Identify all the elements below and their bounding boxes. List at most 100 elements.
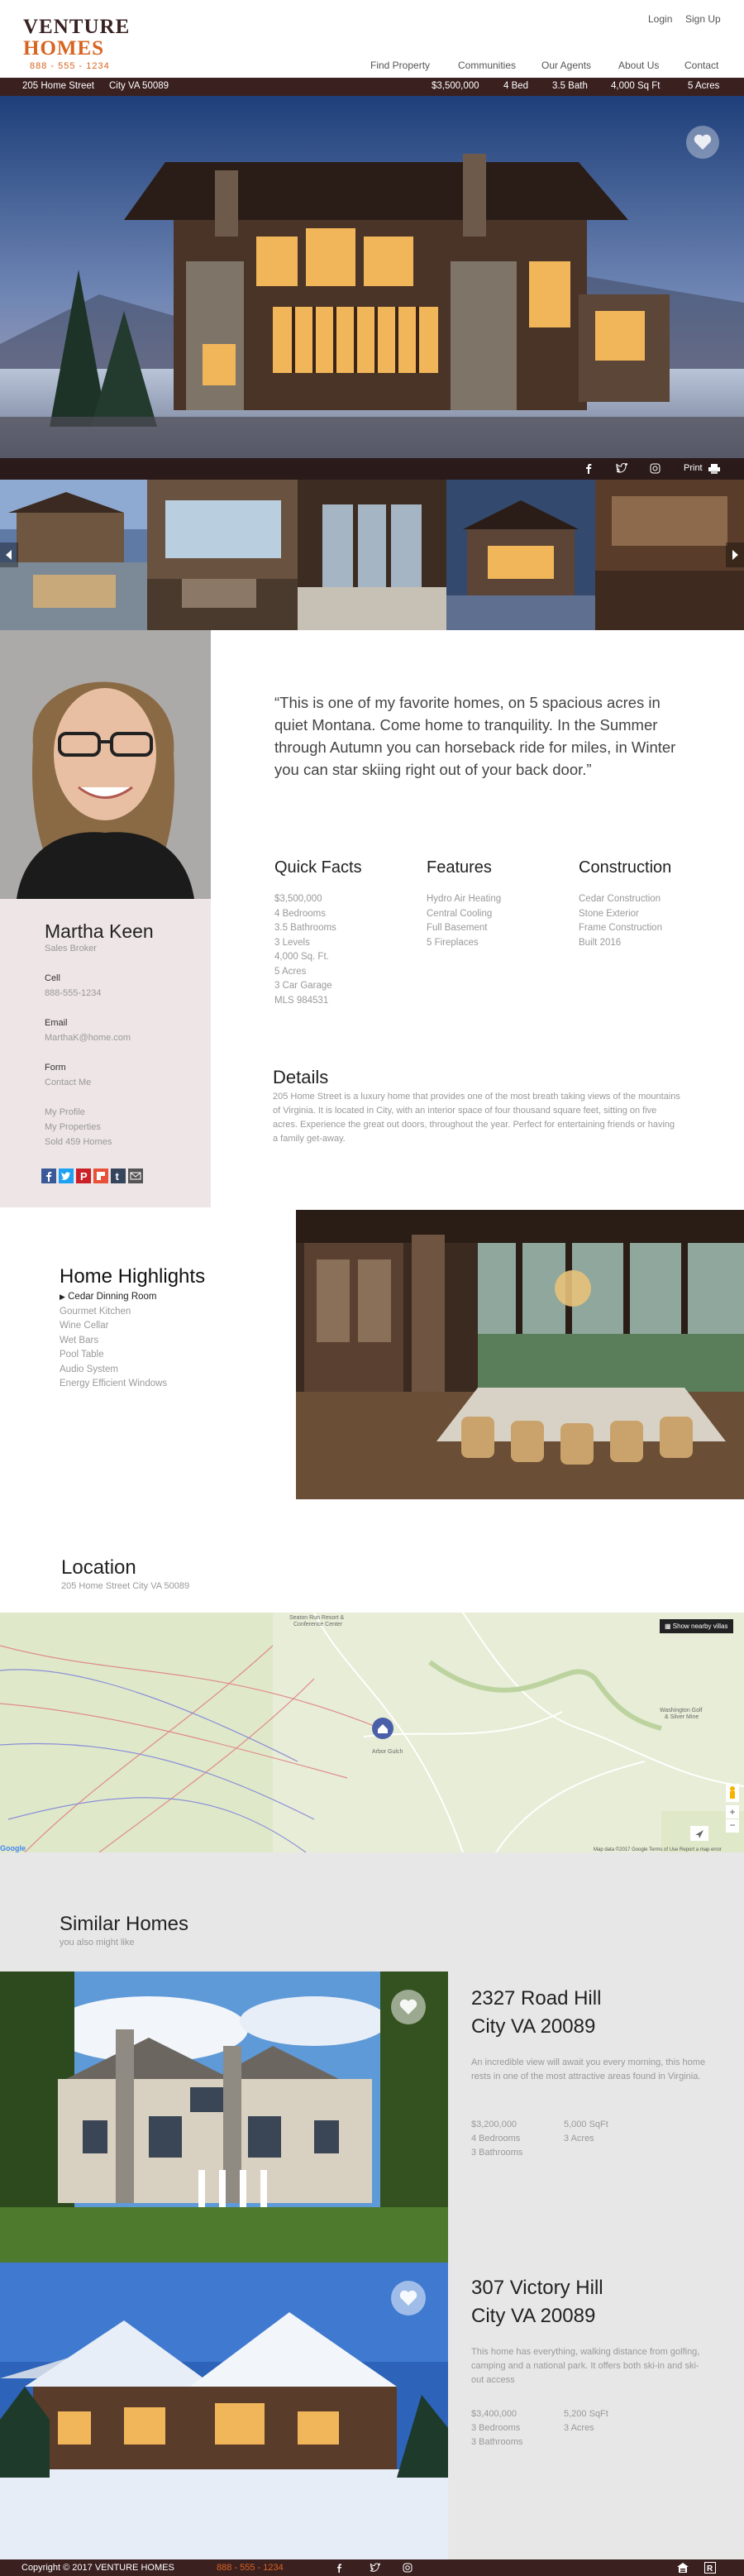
footer-phone: 888 - 555 - 1234 xyxy=(217,2563,284,2573)
list-item: 5 Acres xyxy=(274,966,307,977)
nav-contact[interactable]: Contact xyxy=(684,60,718,71)
svg-text:R: R xyxy=(707,2564,713,2574)
nav-communities[interactable]: Communities xyxy=(458,60,516,71)
flipboard-icon[interactable] xyxy=(93,1169,108,1183)
nav-about-us[interactable]: About Us xyxy=(618,60,659,71)
svg-text:Conference Center: Conference Center xyxy=(293,1622,343,1627)
location-map[interactable]: Seaton Run Resort & Conference Center Wa… xyxy=(0,1613,744,1852)
tumblr-icon[interactable]: t xyxy=(111,1169,126,1183)
share-bar: Print xyxy=(0,458,744,480)
agent-email[interactable]: MarthaK@home.com xyxy=(45,1033,131,1043)
gallery-next-arrow-icon[interactable] xyxy=(726,542,744,567)
highlight-active-label: Cedar Dinning Room xyxy=(68,1292,157,1302)
features-heading: Features xyxy=(427,858,492,877)
login-link[interactable]: Login xyxy=(648,13,672,25)
print-label[interactable]: Print xyxy=(684,463,703,473)
similar-home-acres: 3 Acres xyxy=(564,2134,594,2143)
show-nearby-villas-label: Show nearby villas xyxy=(672,1623,728,1630)
zoom-in-button[interactable]: + xyxy=(726,1805,739,1818)
agent-contact-form-link[interactable]: Contact Me xyxy=(45,1078,91,1087)
favorite-heart-icon[interactable] xyxy=(391,2281,426,2316)
info-address: 205 Home Street xyxy=(22,81,94,91)
gallery-thumb-2 xyxy=(147,480,298,630)
facebook-icon[interactable] xyxy=(41,1169,56,1183)
nav-find-property[interactable]: Find Property xyxy=(370,60,430,71)
caret-right-icon: ▶ xyxy=(60,1293,65,1301)
similar-homes-heading: Similar Homes xyxy=(60,1913,189,1935)
similar-home-address[interactable]: 2327 Road Hill xyxy=(471,1985,601,2013)
agent-cell[interactable]: 888-555-1234 xyxy=(45,988,102,998)
agent-form-label: Form xyxy=(45,1063,66,1073)
gallery-prev-arrow-icon[interactable] xyxy=(0,542,18,567)
agent-title: Sales Broker xyxy=(45,944,97,953)
agent-photo[interactable] xyxy=(0,630,211,899)
highlight-item[interactable]: Audio System xyxy=(60,1363,167,1378)
list-item: Full Basement xyxy=(427,923,488,933)
highlight-item[interactable]: Wet Bars xyxy=(60,1334,167,1349)
favorite-heart-icon[interactable] xyxy=(686,126,719,159)
zoom-out-button[interactable]: − xyxy=(726,1819,739,1833)
dining-room-photo[interactable] xyxy=(296,1210,744,1499)
agent-properties-link[interactable]: My Properties xyxy=(45,1122,101,1132)
print-icon[interactable] xyxy=(708,464,720,476)
email-icon[interactable] xyxy=(128,1169,143,1183)
twitter-icon[interactable] xyxy=(616,462,629,476)
location-heading: Location xyxy=(61,1556,136,1579)
list-item: MLS 984531 xyxy=(274,995,329,1006)
signup-link[interactable]: Sign Up xyxy=(685,13,721,25)
construction-heading: Construction xyxy=(579,858,672,877)
gallery-thumb-4 xyxy=(446,480,595,630)
highlight-item[interactable]: Gourmet Kitchen xyxy=(60,1305,167,1320)
highlight-item[interactable]: Pool Table xyxy=(60,1348,167,1363)
logo-venture[interactable]: VENTURE xyxy=(23,17,130,38)
info-baths: 3.5 Bath xyxy=(552,81,588,91)
hero-photo[interactable] xyxy=(0,96,744,458)
info-city: City VA 50089 xyxy=(109,81,169,91)
highlight-item[interactable]: Wine Cellar xyxy=(60,1319,167,1334)
similar-home-sqft: 5,200 SqFt xyxy=(564,2409,608,2419)
info-beds: 4 Bed xyxy=(503,81,529,91)
similar-home-photo[interactable] xyxy=(0,1971,448,2263)
site-header: VENTURE HOMES 888 - 555 - 1234 Login Sig… xyxy=(0,0,744,78)
my-location-icon[interactable] xyxy=(690,1826,708,1841)
twitter-icon[interactable] xyxy=(59,1169,74,1183)
logo-homes[interactable]: HOMES xyxy=(23,38,104,60)
instagram-icon[interactable] xyxy=(403,2563,413,2575)
pinterest-icon[interactable]: P xyxy=(76,1169,91,1183)
nav-our-agents[interactable]: Our Agents xyxy=(541,60,591,71)
favorite-heart-icon[interactable] xyxy=(391,1990,426,2024)
info-sqft: 4,000 Sq Ft xyxy=(611,81,661,91)
twitter-icon[interactable] xyxy=(370,2563,381,2574)
show-nearby-villas-button[interactable]: ▦ Show nearby villas xyxy=(660,1619,733,1633)
details-heading: Details xyxy=(273,1067,329,1087)
highlight-item-active[interactable]: ▶ Cedar Dinning Room xyxy=(60,1290,167,1305)
similar-home-city: City VA 20089 xyxy=(471,2305,596,2327)
info-acres: 5 Acres xyxy=(688,81,720,91)
similar-home-price: $3,200,000 xyxy=(471,2120,517,2129)
list-item: 3 Levels xyxy=(274,937,310,948)
street-view-pegman-icon[interactable] xyxy=(726,1784,739,1802)
svg-text:t: t xyxy=(116,1170,120,1183)
equal-housing-icon xyxy=(676,2562,689,2576)
similar-home-photo[interactable] xyxy=(0,2263,448,2559)
highlight-item[interactable]: Energy Efficient Windows xyxy=(60,1377,167,1392)
map-label-golf: Washington Golf xyxy=(660,1708,703,1713)
quick-facts-list: $3,500,000 4 Bedrooms 3.5 Bathrooms 3 Le… xyxy=(274,892,336,1008)
similar-homes-subtitle: you also might like xyxy=(60,1938,135,1948)
map-attribution: Map data ©2017 Google Terms of Use Repor… xyxy=(594,1847,722,1852)
footer-copyright: Copyright © 2017 VENTURE HOMES xyxy=(21,2563,174,2573)
similar-home-address[interactable]: 307 Victory Hill xyxy=(471,2274,603,2302)
list-item: Hydro Air Heating xyxy=(427,894,502,904)
agent-quote: “This is one of my favorite homes, on 5 … xyxy=(274,694,676,778)
facebook-icon[interactable] xyxy=(584,463,593,476)
details-text: 205 Home Street is a luxury home that pr… xyxy=(273,1092,680,1144)
instagram-icon[interactable] xyxy=(650,463,661,476)
agent-profile-link[interactable]: My Profile xyxy=(45,1107,85,1117)
gallery-thumb-5 xyxy=(595,480,744,630)
list-item: 5 Fireplaces xyxy=(427,937,479,948)
facebook-icon[interactable] xyxy=(336,2563,342,2575)
list-item: Built 2016 xyxy=(579,937,622,948)
list-item: Cedar Construction xyxy=(579,894,661,904)
similar-home-description: This home has everything, walking distan… xyxy=(471,2347,700,2385)
list-item: 4 Bedrooms xyxy=(274,908,327,919)
